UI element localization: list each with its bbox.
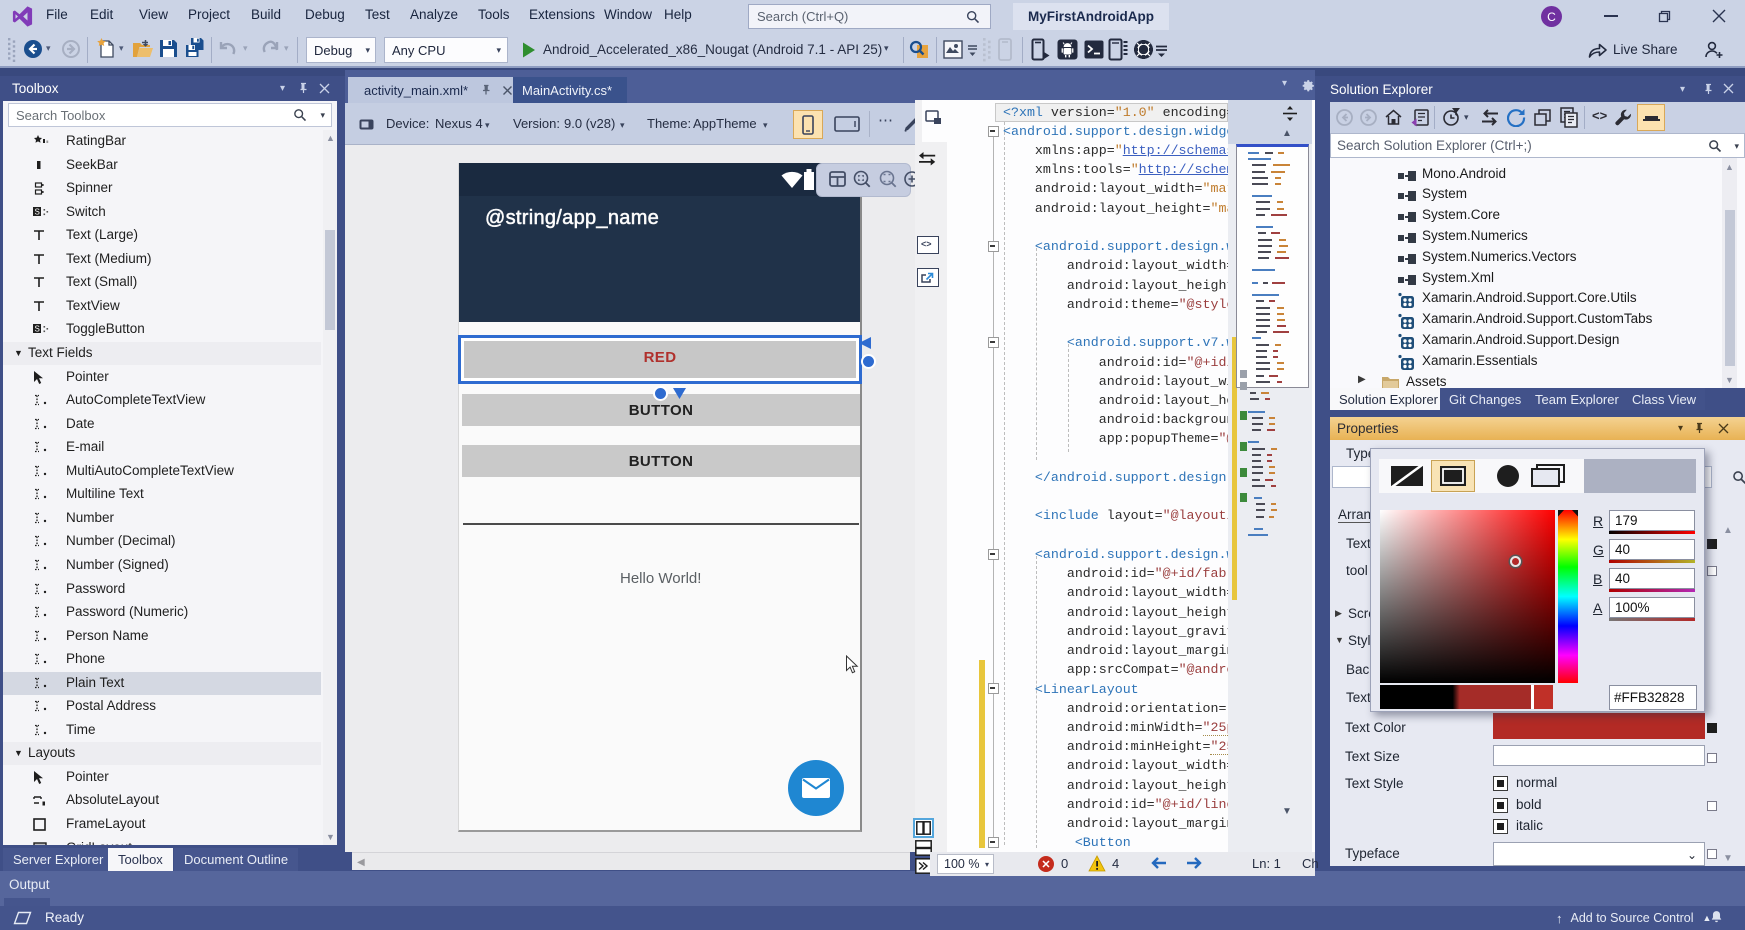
svg-text:S: S (35, 325, 40, 334)
svg-text:S: S (35, 207, 40, 216)
